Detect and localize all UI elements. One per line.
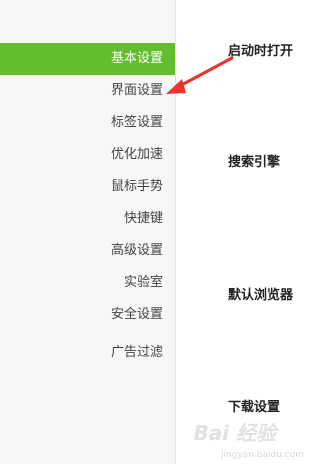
sidebar: 基本设置 界面设置 标签设置 优化加速 鼠标手势 快捷键 高级设置 实验室 安全…	[0, 0, 176, 464]
watermark-url: jingyan.baidu.com	[220, 450, 304, 460]
sidebar-item-tab-settings[interactable]: 标签设置	[0, 107, 175, 139]
options-page: 选项 基本设置 界面设置 标签设置 优化加速 鼠标手势 快捷键 高级设置 实验室…	[0, 0, 312, 464]
sidebar-item-lab[interactable]: 实验室	[0, 267, 175, 299]
sidebar-list: 基本设置 界面设置 标签设置 优化加速 鼠标手势 快捷键 高级设置 实验室 安全…	[0, 43, 175, 369]
watermark-logo-text: Bai 经验	[193, 421, 276, 445]
watermark: Bai 经验 jingyan.baidu.com	[186, 418, 306, 460]
sidebar-item-basic-settings[interactable]: 基本设置	[0, 43, 175, 75]
section-heading-download-settings: 下载设置	[228, 400, 281, 415]
sidebar-item-shortcuts[interactable]: 快捷键	[0, 203, 175, 235]
sidebar-item-mouse-gestures[interactable]: 鼠标手势	[0, 171, 175, 203]
section-heading-search-engine: 搜索引擎	[228, 155, 281, 170]
sidebar-item-ad-filter[interactable]: 广告过滤	[0, 337, 175, 369]
section-heading-default-browser: 默认浏览器	[228, 288, 294, 303]
sidebar-item-advanced-settings[interactable]: 高级设置	[0, 235, 175, 267]
sidebar-item-optimize-speed[interactable]: 优化加速	[0, 139, 175, 171]
sidebar-item-interface-settings[interactable]: 界面设置	[0, 75, 175, 107]
settings-content: 启动时打开 搜索引擎 默认浏览器 下载设置	[176, 0, 312, 464]
sidebar-item-security-settings[interactable]: 安全设置	[0, 299, 175, 331]
section-heading-startup: 启动时打开	[228, 44, 294, 59]
